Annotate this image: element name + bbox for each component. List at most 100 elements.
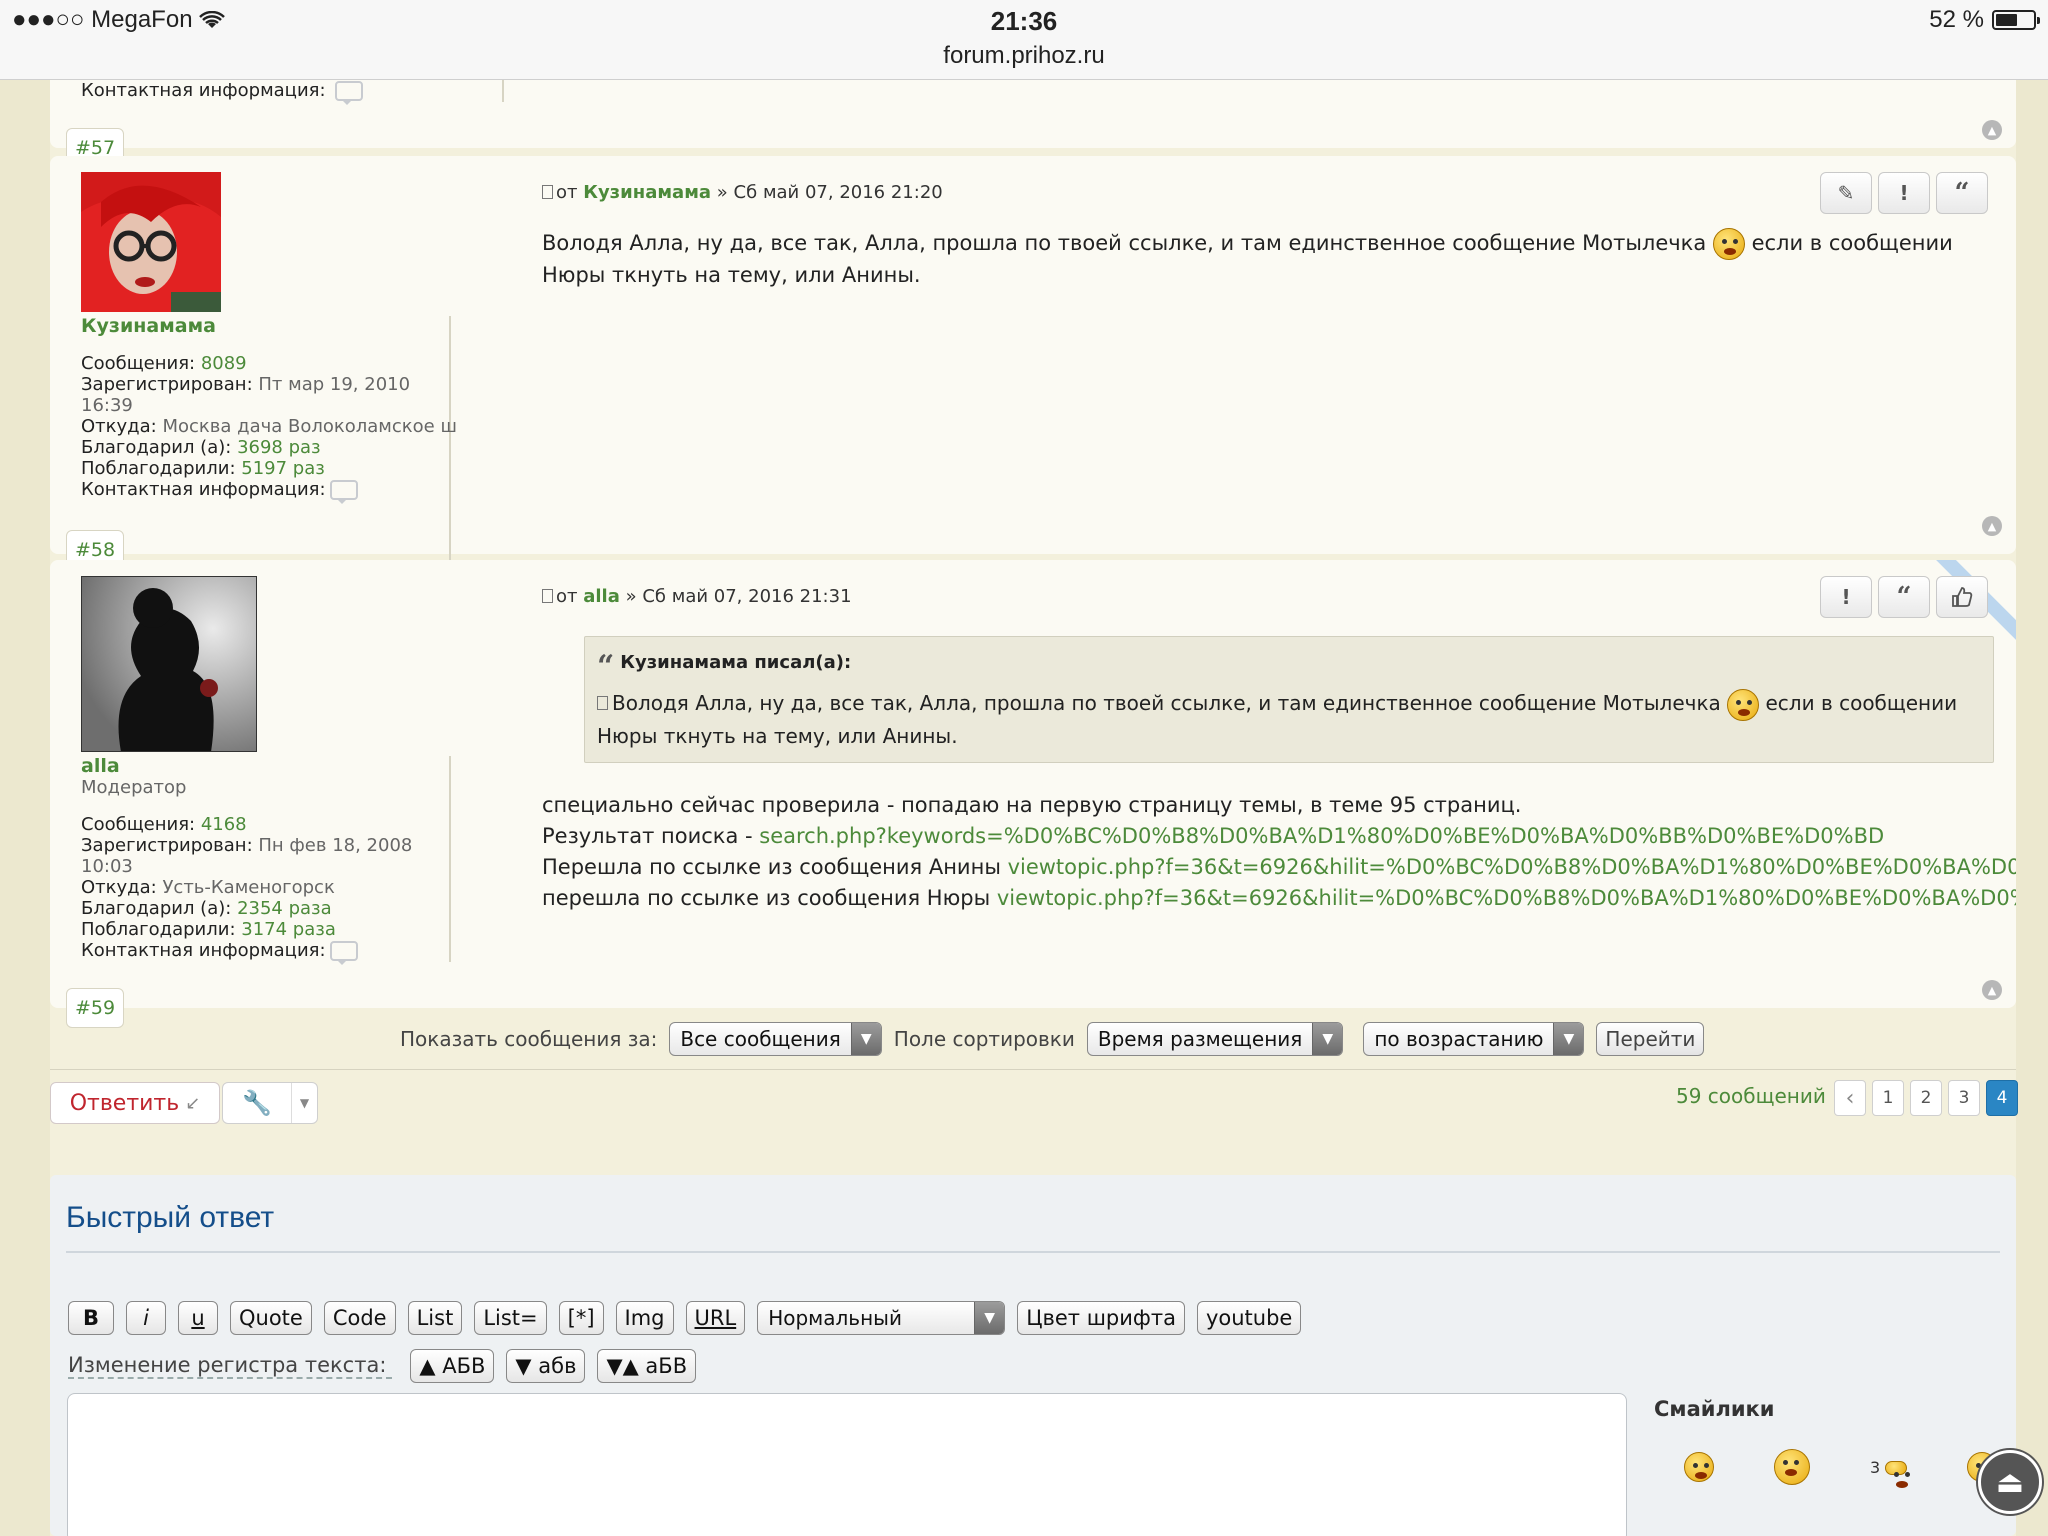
post-date: Сб май 07, 2016 21:20 [733,182,943,203]
youtube-button[interactable]: youtube [1196,1301,1302,1335]
tools-button[interactable]: 🔧 ▼ [222,1082,318,1124]
topic-link[interactable]: viewtopic.php?f=36&t=6926&hilit=%D0%BC%D… [997,886,2016,910]
back-to-top-icon[interactable]: ▲ [1982,980,2002,1000]
report-button[interactable]: ! [1820,576,1872,618]
post-number[interactable]: #59 [66,988,124,1028]
chevron-down-icon: ▼ [1312,1023,1343,1055]
topic-link[interactable]: viewtopic.php?f=36&t=6926&hilit=%D0%BC%D… [1008,855,2016,879]
post-line: Результат поиска - search.php?keywords=%… [542,824,1885,848]
left-rail [0,80,50,1536]
post-line: Перешла по ссылке из сообщения Анины vie… [542,852,2016,883]
contact-row: Контактная информация: [81,940,449,965]
page-1[interactable]: 1 [1872,1080,1904,1116]
chevron-down-icon[interactable]: ▼ [291,1083,317,1123]
post-link-icon[interactable] [542,185,553,199]
author-rank: Модератор [81,777,187,798]
thanked-by-link[interactable]: 3174 раза [241,919,336,940]
message-textarea[interactable] [67,1393,1627,1536]
code-button[interactable]: Code [323,1301,396,1335]
post-line: специально сейчас проверила - попадаю на… [542,793,1522,817]
show-period-select[interactable]: Все сообщения ▼ [669,1022,882,1056]
avatar[interactable] [80,575,258,753]
list-item-button[interactable]: [*] [558,1301,604,1335]
smiley-icon[interactable]: 3 [1870,1458,1909,1488]
contact-icon[interactable] [329,941,358,965]
post-author-link[interactable]: Кузинамама [583,182,711,203]
list-button[interactable]: List [407,1301,463,1335]
url-button[interactable]: URL [685,1301,746,1335]
post-link-icon[interactable] [542,589,553,603]
toggle-case-button[interactable]: ▼▲ аБВ [597,1349,697,1383]
go-button[interactable]: Перейти [1596,1022,1705,1056]
post: alla Модератор Сообщения: 4168 Зарегистр… [50,560,2016,1008]
thanked-link[interactable]: 2354 раза [237,898,332,919]
case-toolbar: Изменение регистра текста: ▲ АБВ ▼ абв ▼… [68,1349,697,1383]
post-actions: ! “ [1820,576,1988,618]
pagination: ‹ 1 2 3 4 [1834,1080,2018,1116]
post: Кузинамама Сообщения: 8089 Зарегистриров… [50,156,2016,652]
font-size-select[interactable]: Нормальный ▼ [757,1301,1006,1335]
smiley-icon [1727,688,1760,721]
page-2[interactable]: 2 [1910,1080,1942,1116]
quote-button[interactable]: “ [1936,172,1988,214]
bold-button[interactable]: B [68,1301,114,1335]
messages-count[interactable]: 8089 [201,353,247,374]
sort-label: Поле сортировки [893,1027,1075,1051]
registered-time: 16:39 [81,395,133,416]
underline-button[interactable]: u [178,1301,218,1335]
thanked-by-link[interactable]: 5197 раз [241,458,325,479]
search-link[interactable]: search.php?keywords=%D0%BC%D0%B8%D0%BA%D… [759,824,1884,848]
ordered-list-button[interactable]: List= [474,1301,547,1335]
from-row: Откуда: Москва дача Волоколамское ш [81,416,457,437]
sort-order-select[interactable]: по возрастанию ▼ [1363,1022,1585,1056]
thumbs-up-icon [1952,587,1973,607]
post-author-link[interactable]: alla [583,586,620,607]
uppercase-button[interactable]: ▲ АБВ [410,1349,495,1383]
post-actions: ✎ ! “ [1820,172,1988,214]
img-button[interactable]: Img [615,1301,674,1335]
reply-button[interactable]: Ответить ↙ [50,1082,220,1124]
author-name[interactable]: Кузинамама [81,316,449,337]
edit-button[interactable]: ✎ [1820,172,1872,214]
contact-row: Контактная информация: [81,479,449,504]
smiley-icon[interactable] [1774,1449,1810,1485]
fragment-profile: Контактная информация: [81,80,504,105]
quote-button[interactable]: “ [1878,576,1930,618]
quote-header: “Кузинамама писал(а): [597,649,852,684]
page-3[interactable]: 3 [1948,1080,1980,1116]
author-name[interactable]: alla [81,756,449,777]
avatar[interactable] [81,172,221,312]
report-button[interactable]: ! [1878,172,1930,214]
quote-source-icon[interactable] [597,696,608,710]
contact-icon[interactable] [335,81,364,105]
smiley-icon[interactable] [1684,1452,1714,1482]
prev-page-icon[interactable]: ‹ [1834,1080,1866,1116]
back-to-top-icon[interactable]: ▲ [1982,516,2002,536]
address-bar-url[interactable]: forum.prihoz.ru [0,42,2048,70]
thanks-button[interactable] [1936,576,1988,618]
italic-button[interactable]: i [126,1301,166,1335]
thanked-row: Благодарил (а): 2354 раза [81,898,332,919]
bbcode-toolbar: B i u Quote Code List List= [*] Img URL … [68,1301,1302,1335]
thanked-by-row: Поблагодарили: 5197 раз [81,458,325,479]
back-to-top-icon[interactable]: ▲ [1982,120,2002,140]
lowercase-button[interactable]: ▼ абв [506,1349,586,1383]
contact-icon[interactable] [329,480,358,504]
messages-count[interactable]: 4168 [201,814,247,835]
sort-field-select[interactable]: Время размещения ▼ [1086,1022,1344,1056]
message-count: 59 сообщений [1676,1084,1826,1108]
scroll-to-top-icon[interactable]: ⏏ [1978,1450,2042,1514]
show-label: Показать сообщения за: [400,1027,658,1051]
registered-time: 10:03 [81,856,133,877]
divider [66,1251,2000,1253]
thanked-link[interactable]: 3698 раз [237,437,321,458]
case-label: Изменение регистра текста: [68,1353,393,1379]
smilies-title: Смайлики [1654,1397,1775,1421]
page-4-current[interactable]: 4 [1986,1080,2018,1116]
font-color-button[interactable]: Цвет шрифта [1017,1301,1185,1335]
battery-status: 52 % [1929,6,2040,34]
post-header: от Кузинамама » Сб май 07, 2016 21:20 [542,182,943,203]
quote-bbcode-button[interactable]: Quote [230,1301,312,1335]
smilies-panel: 3 [1684,1449,1998,1488]
from-row: Откуда: Усть-Каменогорск [81,877,335,898]
